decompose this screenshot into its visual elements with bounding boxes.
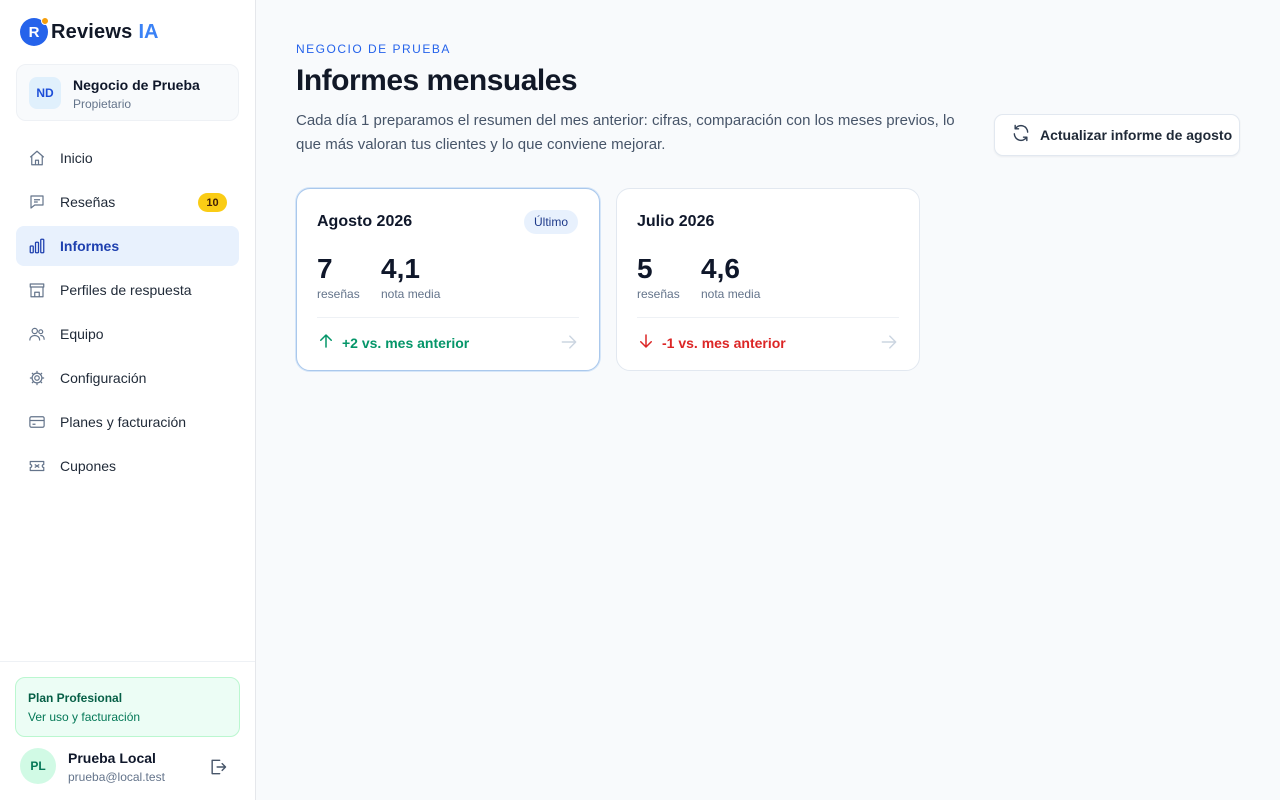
average-rating-label: nota media bbox=[701, 287, 761, 301]
trend-text: -1 vs. mes anterior bbox=[662, 334, 786, 351]
user-email: prueba@local.test bbox=[68, 770, 165, 784]
sidebar-item-label: Reseñas bbox=[60, 194, 116, 210]
reviews-count-badge: 10 bbox=[198, 193, 227, 212]
arrow-right-icon bbox=[879, 332, 899, 352]
sidebar-divider bbox=[0, 661, 255, 662]
user-name: Prueba Local bbox=[68, 750, 156, 766]
sidebar-item-label: Inicio bbox=[60, 150, 93, 166]
brand-logo-letter: R bbox=[28, 23, 40, 41]
sidebar-item-label: Equipo bbox=[60, 326, 104, 342]
reviews-count: 5 bbox=[637, 253, 653, 284]
credit-card-icon bbox=[28, 413, 46, 431]
sidebar-item-informes[interactable]: Informes bbox=[16, 226, 239, 266]
main-content: NEGOCIO DE PRUEBA Informes mensuales Cad… bbox=[256, 0, 1280, 800]
latest-badge: Último bbox=[523, 210, 578, 234]
sidebar-item-label: Perfiles de respuesta bbox=[60, 282, 192, 298]
business-role: Propietario bbox=[73, 97, 132, 111]
sidebar-item-planes[interactable]: Planes y facturación bbox=[16, 402, 239, 442]
brand-accent: IA bbox=[138, 20, 159, 43]
refresh-icon bbox=[1011, 123, 1031, 148]
ticket-icon bbox=[28, 457, 46, 475]
gear-icon bbox=[28, 369, 46, 387]
report-card-julio[interactable]: Julio 2026 5 reseñas 4,6 nota media -1 v… bbox=[616, 188, 920, 371]
brand[interactable]: R Reviews IA bbox=[20, 17, 159, 46]
trend-text: +2 vs. mes anterior bbox=[342, 334, 470, 351]
sidebar-item-equipo[interactable]: Equipo bbox=[16, 314, 239, 354]
average-rating: 4,6 bbox=[701, 253, 740, 284]
sidebar-item-label: Planes y facturación bbox=[60, 414, 187, 430]
reviews-count: 7 bbox=[317, 253, 333, 284]
brand-logo-dot bbox=[41, 17, 49, 25]
card-divider bbox=[637, 317, 899, 318]
reviews-label: reseñas bbox=[637, 287, 680, 301]
sidebar-item-label: Cupones bbox=[60, 458, 117, 474]
arrow-down-icon bbox=[637, 332, 662, 353]
chat-icon bbox=[28, 193, 46, 211]
sidebar-item-inicio[interactable]: Inicio bbox=[16, 138, 239, 178]
business-eyebrow: NEGOCIO DE PRUEBA bbox=[296, 42, 451, 56]
sidebar-item-label: Configuración bbox=[60, 370, 147, 386]
business-name: Negocio de Prueba bbox=[73, 77, 200, 93]
trend-indicator: -1 vs. mes anterior bbox=[637, 332, 786, 353]
store-icon bbox=[28, 281, 46, 299]
reviews-label: reseñas bbox=[317, 287, 360, 301]
sidebar-item-perfiles[interactable]: Perfiles de respuesta bbox=[16, 270, 239, 310]
business-avatar: ND bbox=[29, 77, 61, 109]
users-icon bbox=[28, 325, 46, 343]
refresh-report-label: Actualizar informe de agosto bbox=[1040, 127, 1233, 143]
brand-logo: R bbox=[20, 17, 49, 46]
arrow-up-icon bbox=[317, 332, 342, 353]
sidebar-item-cupones[interactable]: Cupones bbox=[16, 446, 239, 486]
business-switcher[interactable]: ND Negocio de Prueba Propietario bbox=[16, 64, 239, 121]
home-icon bbox=[28, 149, 46, 167]
logout-icon[interactable] bbox=[208, 757, 228, 777]
refresh-report-button[interactable]: Actualizar informe de agosto bbox=[994, 114, 1240, 156]
sidebar: R Reviews IA ND Negocio de Prueba Propie… bbox=[0, 0, 256, 800]
sidebar-item-resenas[interactable]: Reseñas 10 bbox=[16, 182, 239, 222]
report-title: Julio 2026 bbox=[637, 213, 715, 230]
user-profile: PL Prueba Local prueba@local.test bbox=[20, 748, 236, 784]
card-divider bbox=[317, 317, 579, 318]
average-rating: 4,1 bbox=[381, 253, 420, 284]
arrow-right-icon bbox=[559, 332, 579, 352]
plan-card[interactable]: Plan Profesional Ver uso y facturación bbox=[15, 677, 240, 737]
trend-indicator: +2 vs. mes anterior bbox=[317, 332, 469, 353]
average-rating-label: nota media bbox=[381, 287, 441, 301]
sidebar-item-label: Informes bbox=[60, 238, 120, 254]
plan-name: Plan Profesional bbox=[28, 691, 123, 705]
bar-chart-icon bbox=[28, 237, 46, 255]
brand-name: Reviews bbox=[51, 20, 133, 43]
avatar[interactable]: PL bbox=[20, 748, 56, 784]
page-title: Informes mensuales bbox=[296, 64, 578, 97]
sidebar-nav: Inicio Reseñas 10 Informes Perfiles de r… bbox=[16, 138, 239, 490]
page-description: Cada día 1 preparamos el resumen del mes… bbox=[296, 112, 955, 153]
sidebar-item-configuracion[interactable]: Configuración bbox=[16, 358, 239, 398]
report-title: Agosto 2026 bbox=[317, 213, 413, 230]
plan-usage-link[interactable]: Ver uso y facturación bbox=[28, 710, 140, 724]
report-card-agosto[interactable]: Agosto 2026 Último 7 reseñas 4,1 nota me… bbox=[296, 188, 600, 371]
